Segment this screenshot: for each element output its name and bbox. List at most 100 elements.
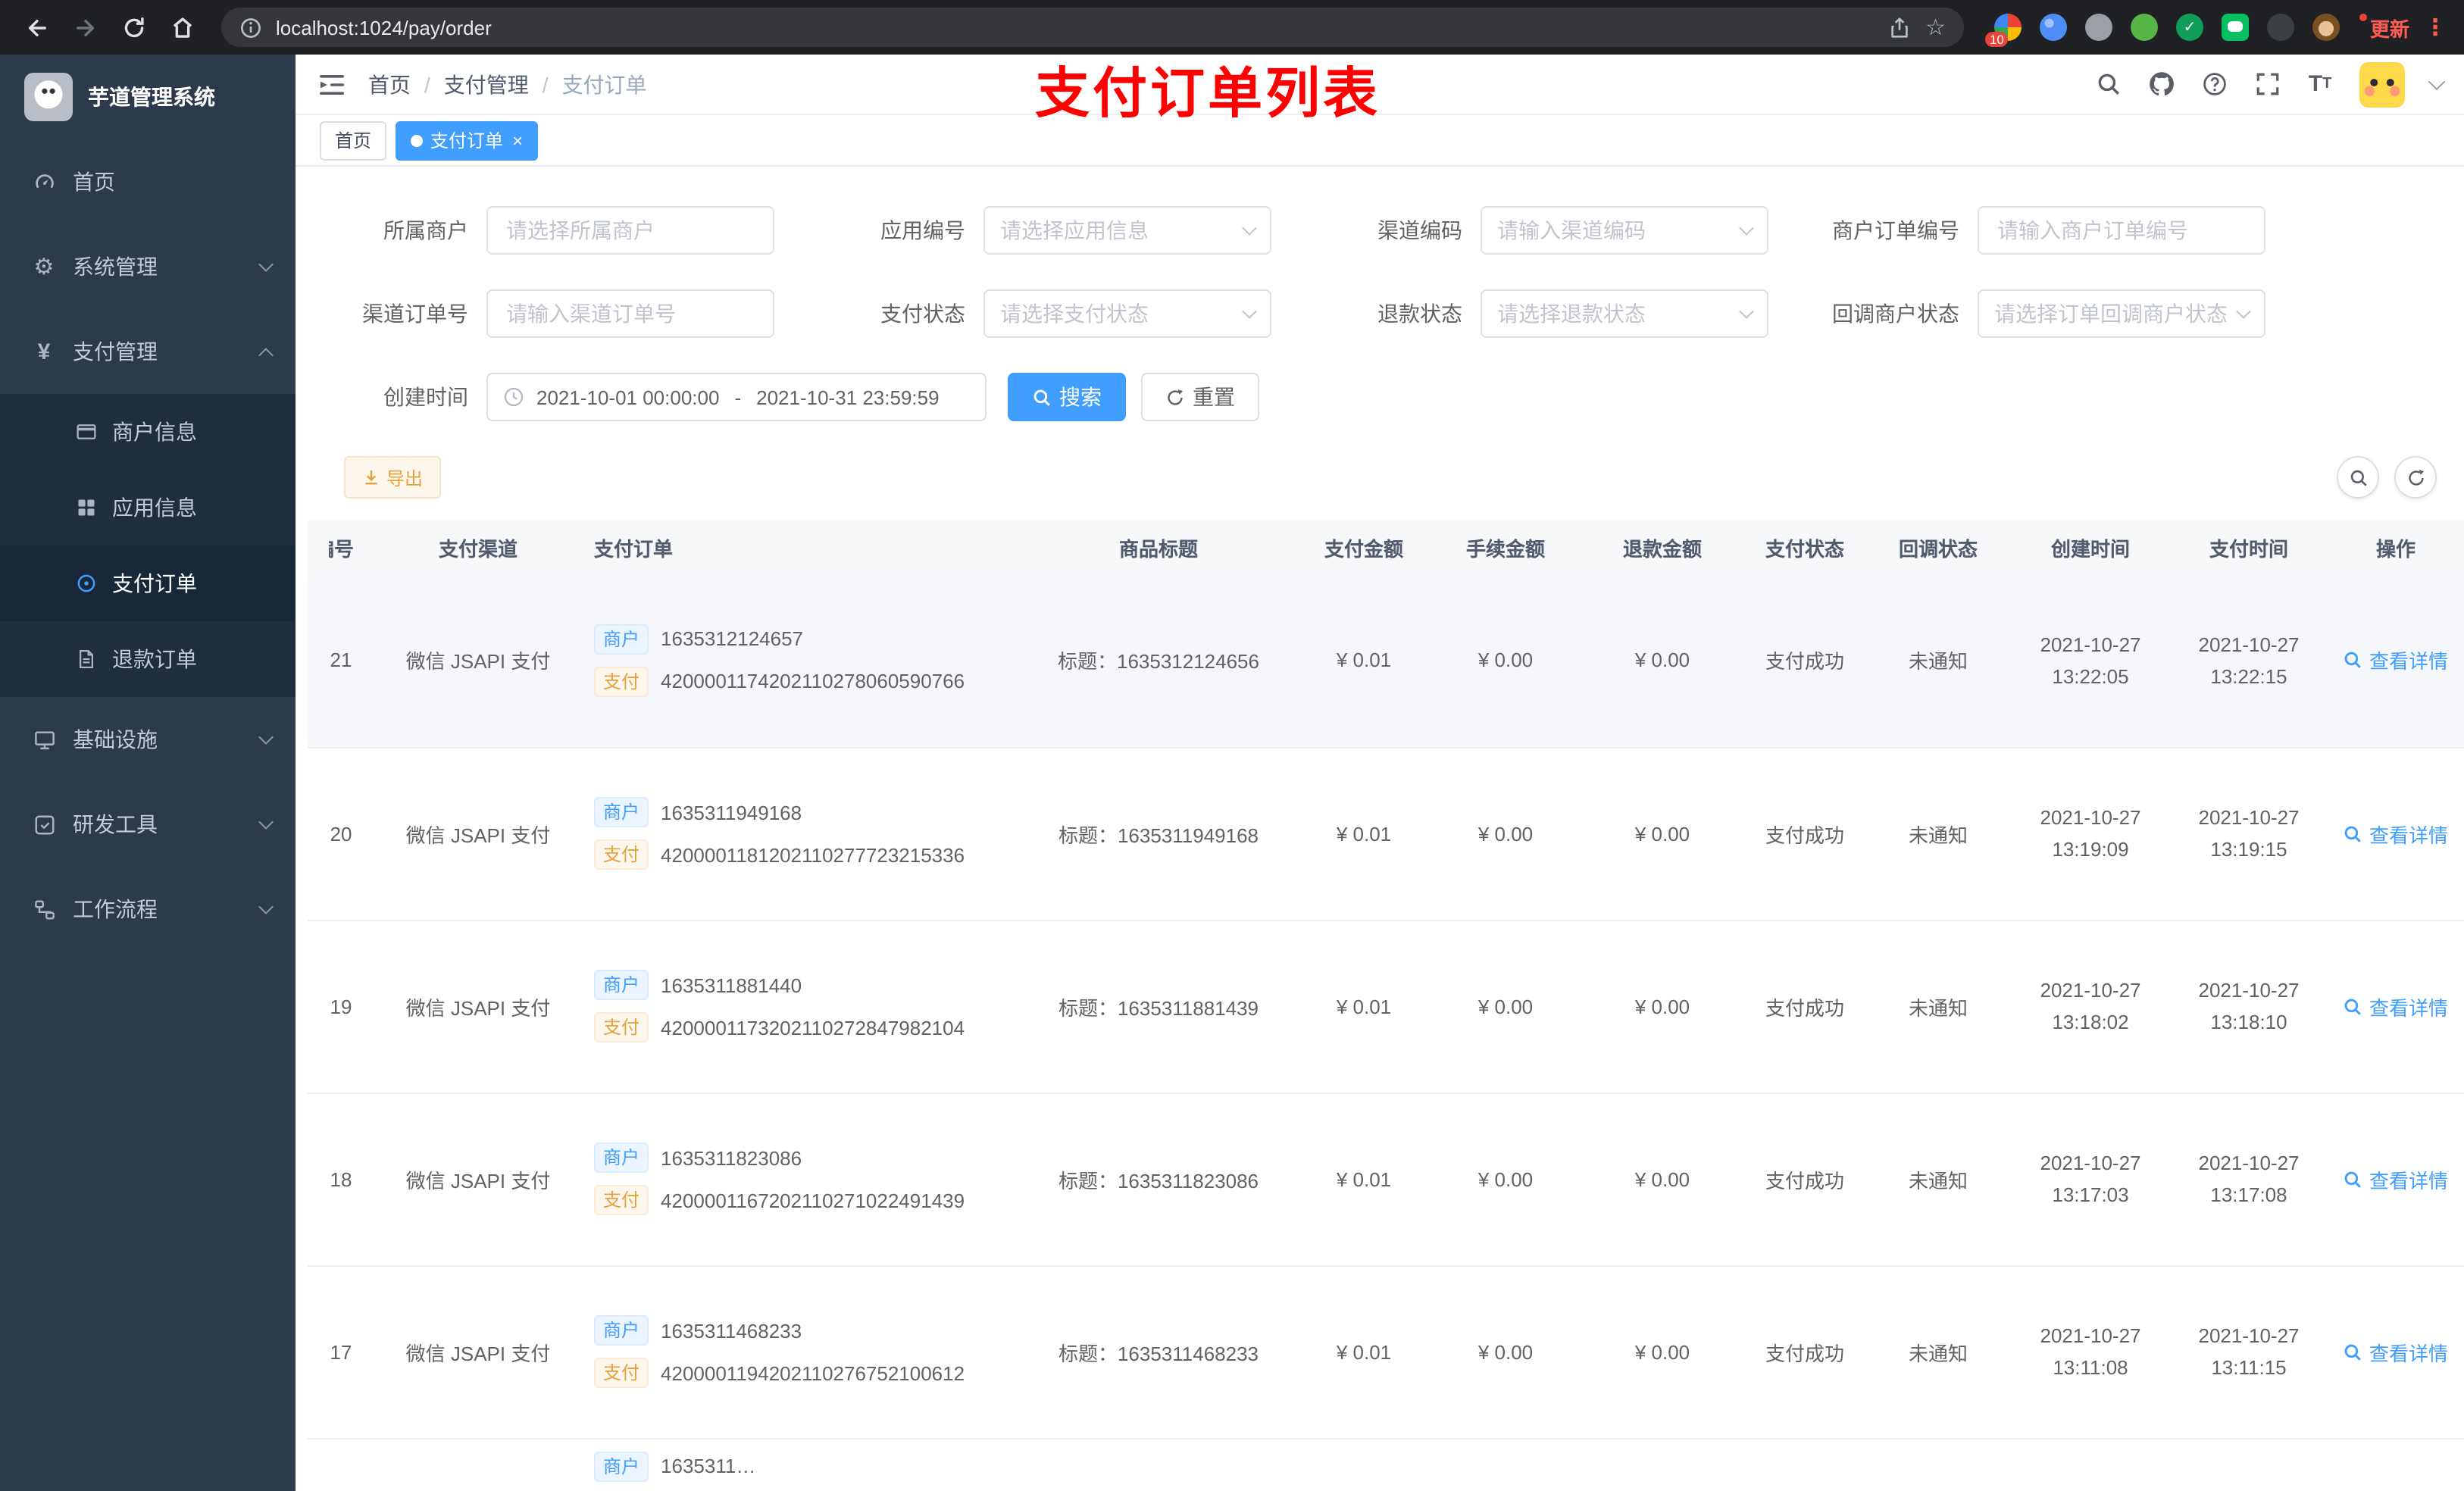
- order-id: 18: [330, 1167, 352, 1190]
- toggle-search-button[interactable]: [2337, 456, 2379, 499]
- create-date: 2021-10-27: [2040, 806, 2141, 829]
- browser-menu-icon[interactable]: ⋮: [2422, 14, 2449, 41]
- pay-status-select[interactable]: 请选择支付状态: [983, 289, 1271, 338]
- home-icon[interactable]: [161, 6, 203, 48]
- pay-tag: 支付: [594, 1012, 649, 1042]
- sidebar-item-label: 支付订单: [112, 571, 197, 595]
- create-time-range-picker[interactable]: 2021-10-01 00:00:00 - 2021-10-31 23:59:5…: [486, 373, 987, 421]
- breadcrumb-home[interactable]: 首页: [368, 69, 411, 99]
- extension-icon[interactable]: [2266, 14, 2294, 41]
- sidebar-item-label: 应用信息: [112, 495, 197, 520]
- filter-label-channel-order-no: 渠道订单号: [362, 302, 468, 326]
- refund-amount: ¥ 0.00: [1634, 1340, 1690, 1363]
- table-header-row: 编号 支付渠道 支付订单 商品标题 支付金额 手续金额 退款金额 支付状态 回调…: [308, 520, 2464, 574]
- back-icon[interactable]: [15, 6, 58, 48]
- pay-amount: ¥ 0.01: [1336, 1167, 1392, 1190]
- merchant-input[interactable]: [486, 206, 774, 255]
- sidebar-item-system[interactable]: ⚙ 系统管理: [0, 224, 295, 309]
- view-detail-link[interactable]: 查看详情: [2344, 1164, 2448, 1193]
- filter-label-channel-code: 渠道编码: [1377, 218, 1462, 242]
- pay-tag: 支付: [594, 666, 649, 697]
- breadcrumb-pay-manage[interactable]: 支付管理: [444, 69, 529, 99]
- extension-icon[interactable]: [2175, 14, 2203, 41]
- font-size-icon[interactable]: TT: [2306, 70, 2334, 98]
- app-title: 芋道管理系统: [88, 85, 215, 109]
- extension-icon[interactable]: [2312, 14, 2340, 41]
- table-toolbar: 导出: [344, 456, 2464, 499]
- reset-button[interactable]: 重置: [1141, 373, 1259, 421]
- chevron-down-icon: [258, 814, 274, 830]
- bookmark-star-icon[interactable]: ☆: [1925, 16, 1946, 39]
- sidebar-toggle-icon[interactable]: [317, 69, 347, 99]
- sidebar-item-home[interactable]: 首页: [0, 139, 295, 224]
- extension-icon[interactable]: 10: [1984, 14, 2022, 47]
- extension-icon[interactable]: [2221, 14, 2249, 41]
- monitor-icon: [30, 726, 58, 753]
- sidebar-item-pay[interactable]: ¥ 支付管理: [0, 309, 295, 394]
- refresh-table-button[interactable]: [2394, 456, 2437, 499]
- site-info-icon[interactable]: [239, 16, 262, 39]
- export-button[interactable]: 导出: [344, 456, 442, 499]
- create-date: 2021-10-27: [2040, 633, 2141, 656]
- notify-status: 未通知: [1908, 650, 1968, 674]
- chevron-down-icon[interactable]: [2428, 72, 2446, 90]
- product-title: 标题：1635311949168: [1058, 824, 1259, 846]
- user-avatar[interactable]: [2359, 61, 2405, 107]
- forward-icon[interactable]: [64, 6, 106, 48]
- browser-chrome: localhost:1024/pay/order ☆ 10 更新 ⋮: [0, 0, 2464, 55]
- sidebar-item-pay-order[interactable]: 支付订单: [0, 545, 295, 621]
- tab-home[interactable]: 首页: [320, 120, 387, 160]
- filter-label-callback-status: 回调商户状态: [1832, 302, 1959, 326]
- sidebar-item-label: 工作流程: [73, 897, 158, 921]
- search-button[interactable]: 搜索: [1008, 373, 1126, 421]
- view-detail-link[interactable]: 查看详情: [2344, 819, 2448, 848]
- extension-icon[interactable]: [2130, 14, 2158, 41]
- fullscreen-icon[interactable]: [2253, 70, 2281, 98]
- product-title: 标题：1635311468233: [1058, 1342, 1259, 1364]
- gear-icon: ⚙: [33, 252, 55, 280]
- sidebar-item-refund-order[interactable]: 退款订单: [0, 621, 295, 697]
- fee-amount: ¥ 0.00: [1477, 995, 1534, 1017]
- date-start: 2021-10-01 00:00:00: [536, 386, 720, 408]
- merchant-order-no: 1635311949168: [661, 801, 802, 824]
- active-dot-icon: [411, 134, 424, 146]
- refund-status-select[interactable]: 请选择退款状态: [1481, 289, 1768, 338]
- product-title: 标题：1635312124656: [1058, 650, 1259, 674]
- share-icon[interactable]: [1887, 16, 1910, 39]
- create-time: 13:18:02: [2052, 1011, 2129, 1033]
- tab-pay-order[interactable]: 支付订单 ×: [396, 120, 539, 160]
- table-row: 19 微信 JSAPI 支付 商户 1635311881440 支付 42000…: [308, 920, 2464, 1093]
- sidebar-item-dev-tools[interactable]: 研发工具: [0, 782, 295, 867]
- reload-icon[interactable]: [112, 6, 155, 48]
- address-bar[interactable]: localhost:1024/pay/order ☆: [221, 8, 1964, 47]
- help-icon[interactable]: [2200, 70, 2228, 98]
- sidebar-item-workflow[interactable]: 工作流程: [0, 867, 295, 952]
- github-icon[interactable]: [2147, 70, 2175, 98]
- browser-update-button[interactable]: 更新: [2359, 13, 2409, 42]
- view-detail-link[interactable]: 查看详情: [2344, 1337, 2448, 1366]
- pay-date: 2021-10-27: [2198, 806, 2300, 829]
- order-id: 19: [330, 995, 352, 1017]
- view-detail-link[interactable]: 查看详情: [2344, 992, 2448, 1021]
- callback-status-select[interactable]: 请选择订单回调商户状态: [1978, 289, 2265, 338]
- channel-order-no-input[interactable]: [486, 289, 774, 338]
- pay-date: 2021-10-27: [2198, 1152, 2300, 1174]
- sidebar-item-infra[interactable]: 基础设施: [0, 697, 295, 782]
- search-icon[interactable]: [2094, 70, 2122, 98]
- close-icon[interactable]: ×: [512, 131, 523, 149]
- search-icon: [2344, 1169, 2363, 1189]
- filter-label-merchant-order-no: 商户订单编号: [1832, 218, 1959, 242]
- extension-icon[interactable]: [2039, 14, 2067, 41]
- notify-status: 未通知: [1908, 1169, 1968, 1192]
- sidebar-item-app-info[interactable]: 应用信息: [0, 470, 295, 545]
- channel-code-select[interactable]: 请输入渠道编码: [1481, 206, 1768, 255]
- extension-icon[interactable]: [2084, 14, 2112, 41]
- refund-amount: ¥ 0.00: [1634, 995, 1690, 1017]
- merchant-order-no-input[interactable]: [1978, 206, 2265, 255]
- page-annotation: 支付订单列表: [1035, 62, 1381, 124]
- sidebar-item-label: 基础设施: [73, 727, 158, 752]
- sidebar-item-merchant-info[interactable]: 商户信息: [0, 394, 295, 470]
- app-no-select[interactable]: 请选择应用信息: [983, 206, 1271, 255]
- channel-pay-no: 4200001167202110271022491439: [661, 1189, 965, 1211]
- view-detail-link[interactable]: 查看详情: [2344, 646, 2448, 675]
